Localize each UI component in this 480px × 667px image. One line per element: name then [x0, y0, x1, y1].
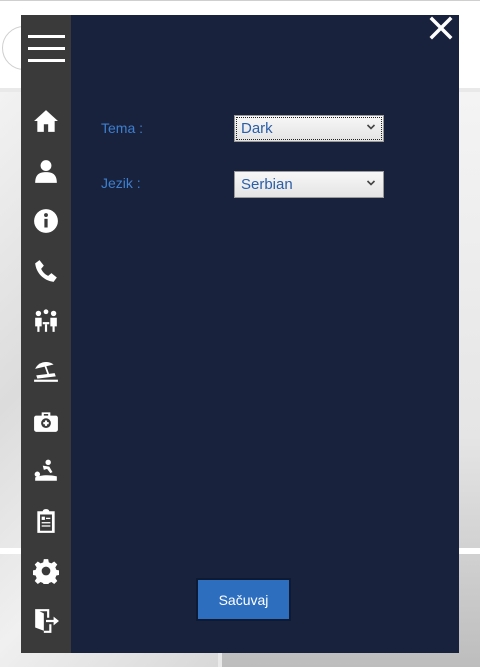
settings-overlay: Tema : Dark Jezik : Serbian Sačuvaj [21, 15, 459, 653]
chevron-down-icon [366, 180, 376, 186]
close-button[interactable] [428, 15, 454, 41]
sidebar-item-logout[interactable] [21, 601, 71, 641]
sidebar-item-home[interactable] [21, 101, 71, 141]
sidebar-item-profile[interactable] [21, 151, 71, 191]
chevron-down-icon [366, 124, 376, 130]
theme-label: Tema : [101, 120, 144, 136]
language-label: Jezik : [101, 175, 141, 191]
beach-icon [34, 361, 58, 382]
massage-icon [34, 459, 57, 481]
sidebar-item-reports[interactable] [21, 501, 71, 541]
clipboard-icon [37, 509, 55, 533]
info-icon [34, 209, 58, 233]
sidebar-item-settings[interactable] [21, 551, 71, 591]
sidebar-item-info[interactable] [21, 201, 71, 241]
language-select[interactable]: Serbian [234, 171, 384, 198]
logout-icon [35, 609, 59, 633]
sidebar-item-meetings[interactable] [21, 301, 71, 341]
theme-select[interactable]: Dark [234, 115, 384, 142]
phone-icon [35, 260, 57, 282]
sidebar-item-contact[interactable] [21, 251, 71, 291]
close-icon [429, 16, 453, 40]
theme-select-value: Dark [241, 120, 273, 137]
hamburger-icon[interactable] [28, 35, 65, 63]
user-icon [35, 160, 57, 183]
sidebar-item-massage[interactable] [21, 451, 71, 491]
sidebar-item-medical[interactable] [21, 401, 71, 441]
sidebar [21, 15, 71, 653]
sidebar-item-vacation[interactable] [21, 351, 71, 391]
language-select-value: Serbian [241, 176, 293, 193]
meeting-icon [35, 309, 57, 332]
medical-kit-icon [34, 412, 58, 432]
gear-icon [33, 559, 59, 584]
save-button[interactable]: Sačuvaj [196, 578, 291, 621]
home-icon [34, 110, 58, 132]
